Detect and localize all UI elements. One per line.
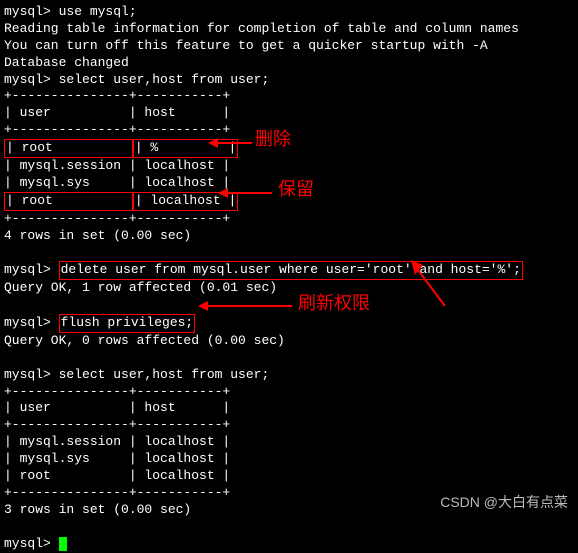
table-border: +---------------+-----------+ — [4, 88, 574, 105]
table-border: +---------------+-----------+ — [4, 211, 574, 228]
cursor-icon — [59, 537, 67, 551]
output-line: Query OK, 0 rows affected (0.00 sec) — [4, 333, 574, 350]
blank-line — [4, 244, 574, 261]
cmd-delete: mysql> delete user from mysql.user where… — [4, 261, 574, 280]
blank-line — [4, 297, 574, 314]
blank-line — [4, 350, 574, 367]
table-header: | user | host | — [4, 400, 574, 417]
table-row: | mysql.session | localhost | — [4, 158, 574, 175]
blank-line — [4, 519, 574, 536]
output-line: You can turn off this feature to get a q… — [4, 38, 574, 55]
table-row: | root | localhost | — [4, 468, 574, 485]
terminal[interactable]: mysql> use mysql; Reading table informat… — [4, 4, 574, 553]
watermark: CSDN @大白有点菜 — [440, 493, 568, 511]
table-header: | user | host | — [4, 105, 574, 122]
highlight-flush-cmd: flush privileges; — [59, 314, 196, 333]
highlight-keep-user: | root — [4, 192, 133, 211]
cmd-flush: mysql> flush privileges; — [4, 314, 574, 333]
highlight-keep-host: | localhost | — [133, 192, 238, 211]
output-line: Database changed — [4, 55, 574, 72]
highlight-root-host: | % | — [133, 139, 238, 158]
table-row: | mysql.sys | localhost | — [4, 175, 574, 192]
prompt-line: mysql> — [4, 536, 574, 553]
summary-line: 4 rows in set (0.00 sec) — [4, 228, 574, 245]
table-row: | mysql.session | localhost | — [4, 434, 574, 451]
table-border: +---------------+-----------+ — [4, 417, 574, 434]
table-row: | mysql.sys | localhost | — [4, 451, 574, 468]
table-border: +---------------+-----------+ — [4, 384, 574, 401]
table-row-root-localhost: | root | localhost | — [4, 192, 574, 211]
output-line: Query OK, 1 row affected (0.01 sec) — [4, 280, 574, 297]
table-row-root-any: | root | % | — [4, 139, 574, 158]
highlight-root-user: | root — [4, 139, 133, 158]
output-line: Reading table information for completion… — [4, 21, 574, 38]
cmd-select: mysql> select user,host from user; — [4, 72, 574, 89]
cmd-use: mysql> use mysql; — [4, 4, 574, 21]
table-border: +---------------+-----------+ — [4, 122, 574, 139]
highlight-delete-cmd: delete user from mysql.user where user='… — [59, 261, 523, 280]
cmd-select2: mysql> select user,host from user; — [4, 367, 574, 384]
